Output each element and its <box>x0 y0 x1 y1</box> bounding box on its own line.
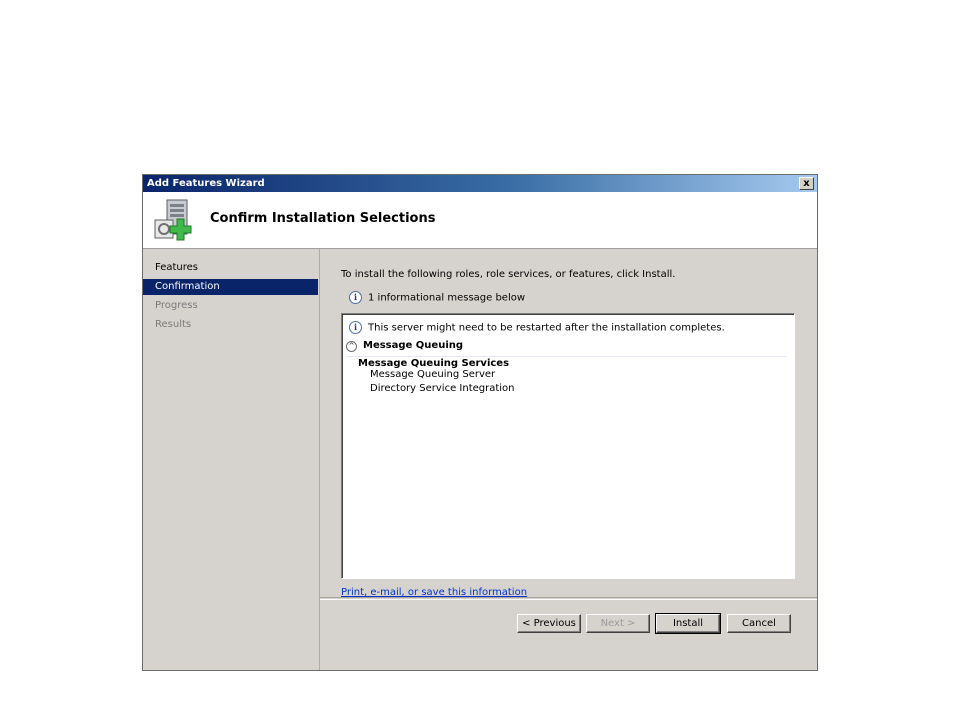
nav-item-features[interactable]: Features <box>143 260 318 276</box>
previous-button[interactable]: < Previous <box>517 614 581 633</box>
window-title: Add Features Wizard <box>147 178 265 189</box>
add-features-wizard-window: Add Features Wizard x Confirm Installati… <box>142 174 818 671</box>
restart-info-text: This server might need to be restarted a… <box>368 322 725 334</box>
cancel-button[interactable]: Cancel <box>727 614 791 633</box>
wizard-nav: Features Confirmation Progress Results <box>143 249 320 670</box>
info-icon: i <box>349 291 362 304</box>
feature-header[interactable]: ^ Message Queuing <box>346 340 786 357</box>
next-button: Next > <box>586 614 650 633</box>
restart-info: i This server might need to be restarted … <box>349 321 725 334</box>
nav-item-progress: Progress <box>155 300 198 311</box>
selections-list[interactable]: i This server might need to be restarted … <box>341 313 795 579</box>
print-save-link[interactable]: Print, e-mail, or save this information <box>341 587 527 598</box>
wizard-header: Confirm Installation Selections <box>143 192 817 249</box>
install-button[interactable]: Install <box>655 613 721 634</box>
title-bar[interactable]: Add Features Wizard x <box>143 175 817 192</box>
instruction-text: To install the following roles, role ser… <box>341 269 676 280</box>
button-bar: < Previous Next > Install Cancel <box>320 597 817 670</box>
list-item: Directory Service Integration <box>370 383 515 394</box>
close-button[interactable]: x <box>799 177 814 190</box>
wizard-content: To install the following roles, role ser… <box>320 249 817 670</box>
feature-name: Message Queuing <box>363 340 464 351</box>
server-add-icon <box>154 199 192 241</box>
info-summary-text: 1 informational message below <box>368 292 526 304</box>
nav-item-confirmation[interactable]: Confirmation <box>143 279 318 295</box>
service-group: Message Queuing Services <box>358 358 510 369</box>
page-title: Confirm Installation Selections <box>210 211 436 226</box>
info-summary: i 1 informational message below <box>349 291 525 304</box>
info-icon: i <box>349 321 362 334</box>
list-item: Message Queuing Server <box>370 369 496 380</box>
nav-item-results: Results <box>155 319 192 330</box>
collapse-chevron-up-icon[interactable]: ^ <box>346 341 357 352</box>
